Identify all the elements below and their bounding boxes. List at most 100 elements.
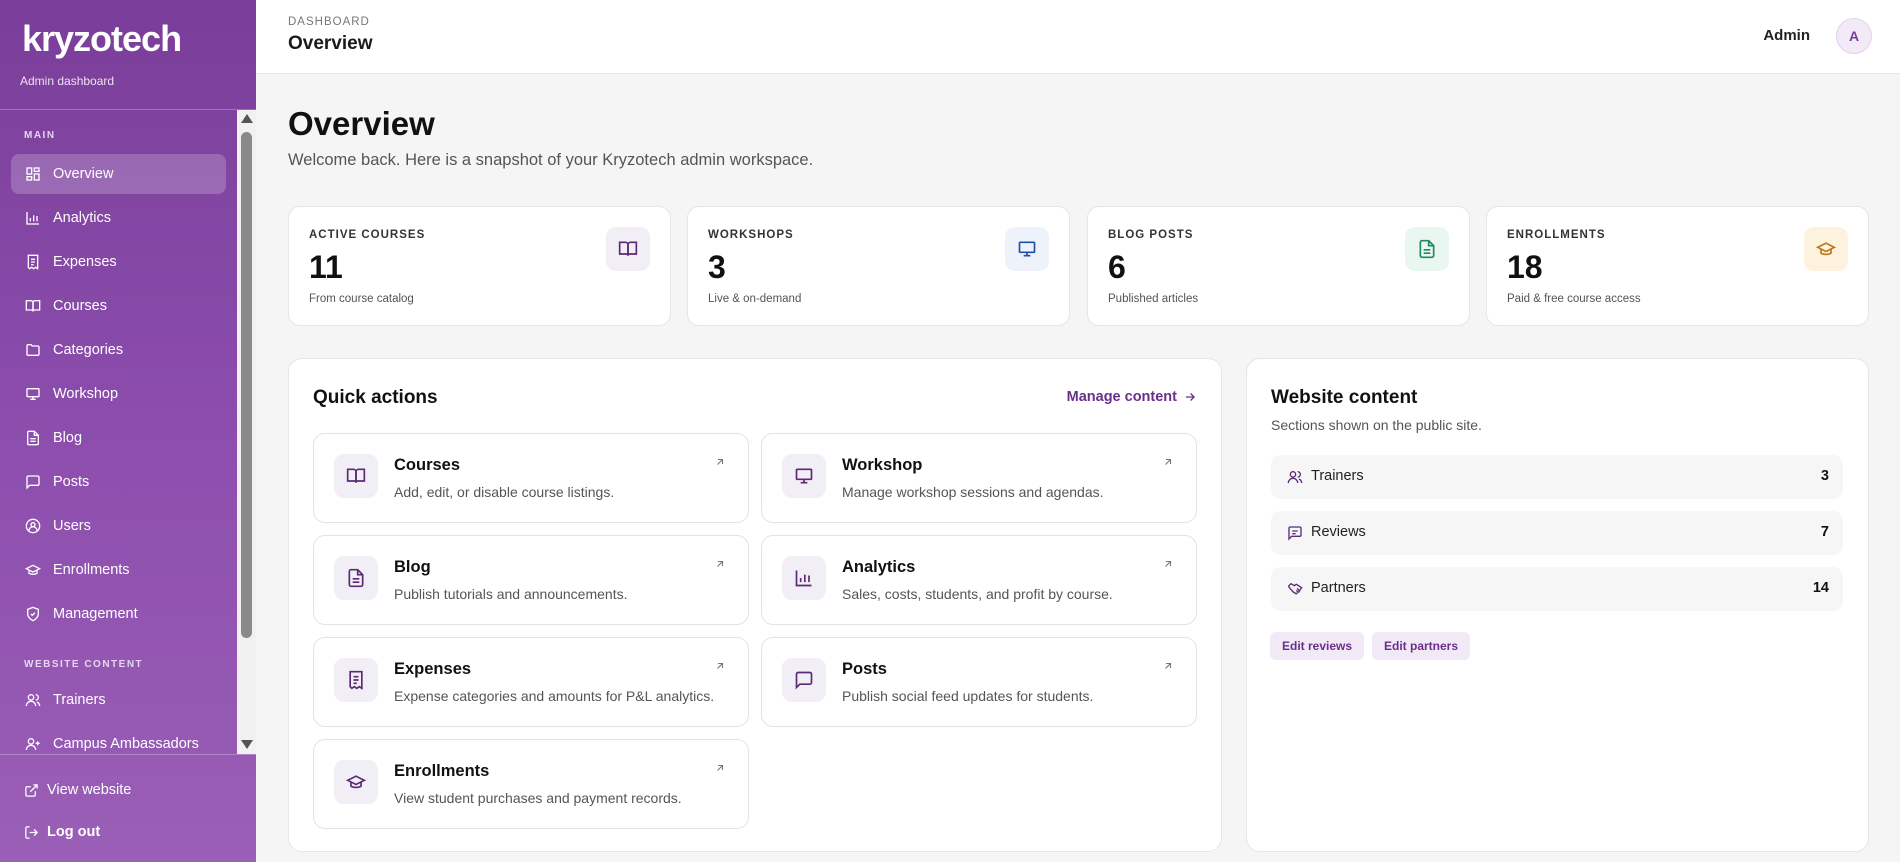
stat-subtext: Paid & free course access bbox=[1507, 293, 1641, 305]
page-title: Overview bbox=[288, 105, 435, 142]
folder-icon bbox=[25, 342, 41, 358]
graduation-cap-icon bbox=[25, 562, 41, 578]
sidebar-item-trainers[interactable]: Trainers bbox=[11, 680, 226, 720]
quick-action-blog[interactable]: Blog Publish tutorials and announcements… bbox=[313, 535, 749, 625]
presentation-icon bbox=[1005, 227, 1049, 271]
sidebar-item-workshop[interactable]: Workshop bbox=[11, 374, 226, 414]
sidebar-item-label: Blog bbox=[53, 430, 83, 446]
sidebar-item-analytics[interactable]: Analytics bbox=[11, 198, 226, 238]
sidebar-item-label: Enrollments bbox=[53, 562, 130, 578]
sidebar: kryzotech Admin dashboard MAIN Overview … bbox=[0, 0, 256, 862]
arrow-up-right-icon bbox=[1162, 456, 1174, 468]
external-link-icon bbox=[24, 783, 39, 798]
logout-button[interactable]: Log out bbox=[24, 824, 100, 840]
arrow-up-right-icon bbox=[714, 660, 726, 672]
sidebar-item-management[interactable]: Management bbox=[11, 594, 226, 634]
sidebar-item-label: Courses bbox=[53, 298, 107, 314]
sidebar-item-categories[interactable]: Categories bbox=[11, 330, 226, 370]
sidebar-item-enrollments[interactable]: Enrollments bbox=[11, 550, 226, 590]
stat-card-active-courses: ACTIVE COURSES 11 From course catalog bbox=[288, 206, 671, 326]
sidebar-item-label: Overview bbox=[53, 166, 114, 182]
sidebar-item-label: Workshop bbox=[53, 386, 119, 402]
sidebar-item-label: Trainers bbox=[53, 692, 106, 708]
content-row-trainers[interactable]: Trainers 3 bbox=[1271, 455, 1843, 499]
quick-action-posts[interactable]: Posts Publish social feed updates for st… bbox=[761, 637, 1197, 727]
quick-action-enrollments[interactable]: Enrollments View student purchases and p… bbox=[313, 739, 749, 829]
quick-action-title: Enrollments bbox=[394, 762, 490, 780]
sidebar-item-label: Users bbox=[53, 518, 91, 534]
message-square-icon bbox=[25, 474, 41, 490]
sidebar-item-label: Analytics bbox=[53, 210, 112, 226]
sidebar-item-courses[interactable]: Courses bbox=[11, 286, 226, 326]
stat-value: 6 bbox=[1108, 249, 1126, 285]
quick-action-title: Analytics bbox=[842, 558, 916, 576]
graduation-cap-icon bbox=[1804, 227, 1848, 271]
brand-logo[interactable]: kryzotech bbox=[22, 18, 182, 60]
page-subtitle: Welcome back. Here is a snapshot of your… bbox=[288, 151, 814, 169]
sidebar-item-blog[interactable]: Blog bbox=[11, 418, 226, 458]
quick-action-courses[interactable]: Courses Add, edit, or disable course lis… bbox=[313, 433, 749, 523]
sidebar-scrollbar[interactable] bbox=[237, 110, 256, 754]
content-row-count: 3 bbox=[1820, 468, 1829, 484]
receipt-icon bbox=[25, 254, 41, 270]
stat-label: WORKSHOPS bbox=[708, 229, 794, 241]
sidebar-item-posts[interactable]: Posts bbox=[11, 462, 226, 502]
users-icon bbox=[25, 692, 41, 708]
stat-card-blog-posts: BLOG POSTS 6 Published articles bbox=[1087, 206, 1470, 326]
stat-subtext: Published articles bbox=[1108, 293, 1199, 305]
quick-action-desc: Manage workshop sessions and agendas. bbox=[842, 484, 1104, 500]
quick-action-expenses[interactable]: Expenses Expense categories and amounts … bbox=[313, 637, 749, 727]
view-website-link[interactable]: View website bbox=[24, 782, 131, 798]
stat-label: BLOG POSTS bbox=[1108, 229, 1194, 241]
stat-label: ACTIVE COURSES bbox=[309, 229, 426, 241]
quick-action-workshop[interactable]: Workshop Manage workshop sessions and ag… bbox=[761, 433, 1197, 523]
users-icon bbox=[1287, 469, 1303, 485]
topbar-title: Overview bbox=[288, 33, 373, 54]
sidebar-item-label: Management bbox=[53, 606, 138, 622]
arrow-up-right-icon bbox=[714, 456, 726, 468]
sidebar-item-expenses[interactable]: Expenses bbox=[11, 242, 226, 282]
quick-action-desc: Publish tutorials and announcements. bbox=[394, 586, 628, 602]
bar-chart-icon bbox=[25, 210, 41, 226]
content-row-count: 7 bbox=[1820, 524, 1829, 540]
stat-card-workshops: WORKSHOPS 3 Live & on-demand bbox=[687, 206, 1070, 326]
edit-partners-button[interactable]: Edit partners bbox=[1372, 632, 1471, 660]
sidebar-item-campus-ambassadors[interactable]: Campus Ambassadors bbox=[11, 724, 226, 754]
stat-card-enrollments: ENROLLMENTS 18 Paid & free course access bbox=[1486, 206, 1869, 326]
stat-subtext: From course catalog bbox=[309, 293, 414, 305]
book-icon bbox=[25, 298, 41, 314]
quick-action-analytics[interactable]: Analytics Sales, costs, students, and pr… bbox=[761, 535, 1197, 625]
scroll-up-arrow-icon[interactable] bbox=[241, 114, 253, 123]
quick-action-title: Blog bbox=[394, 558, 431, 576]
sidebar-item-label: Expenses bbox=[53, 254, 117, 270]
sidebar-item-label: Posts bbox=[53, 474, 90, 490]
content-row-partners[interactable]: Partners 14 bbox=[1271, 567, 1843, 611]
arrow-right-icon bbox=[1183, 390, 1197, 404]
sidebar-item-users[interactable]: Users bbox=[11, 506, 226, 546]
quick-action-desc: Add, edit, or disable course listings. bbox=[394, 484, 615, 500]
user-name[interactable]: Admin bbox=[1763, 27, 1810, 44]
website-content-panel: Website content Sections shown on the pu… bbox=[1246, 358, 1869, 852]
quick-actions-panel: Quick actions Manage content Courses Add… bbox=[288, 358, 1222, 852]
arrow-up-right-icon bbox=[714, 762, 726, 774]
content-row-reviews[interactable]: Reviews 7 bbox=[1271, 511, 1843, 555]
edit-reviews-button[interactable]: Edit reviews bbox=[1270, 632, 1365, 660]
sidebar-item-label: Categories bbox=[53, 342, 124, 358]
sidebar-item-overview[interactable]: Overview bbox=[11, 154, 226, 194]
scroll-down-arrow-icon[interactable] bbox=[241, 740, 253, 749]
quick-action-desc: View student purchases and payment recor… bbox=[394, 790, 682, 806]
manage-content-link[interactable]: Manage content bbox=[1067, 389, 1197, 405]
handshake-icon bbox=[1287, 581, 1303, 597]
quick-action-title: Courses bbox=[394, 456, 461, 474]
brand-subtitle: Admin dashboard bbox=[20, 74, 115, 88]
file-text-icon bbox=[25, 430, 41, 446]
quick-action-desc: Publish social feed updates for students… bbox=[842, 688, 1094, 704]
stat-label: ENROLLMENTS bbox=[1507, 229, 1606, 241]
bar-chart-icon bbox=[782, 556, 826, 600]
stat-value: 3 bbox=[708, 249, 726, 285]
stat-value: 11 bbox=[309, 249, 343, 285]
scroll-thumb[interactable] bbox=[241, 132, 252, 638]
content-row-label: Trainers bbox=[1311, 468, 1364, 484]
quick-action-desc: Sales, costs, students, and profit by co… bbox=[842, 586, 1113, 602]
avatar[interactable]: A bbox=[1836, 18, 1872, 54]
